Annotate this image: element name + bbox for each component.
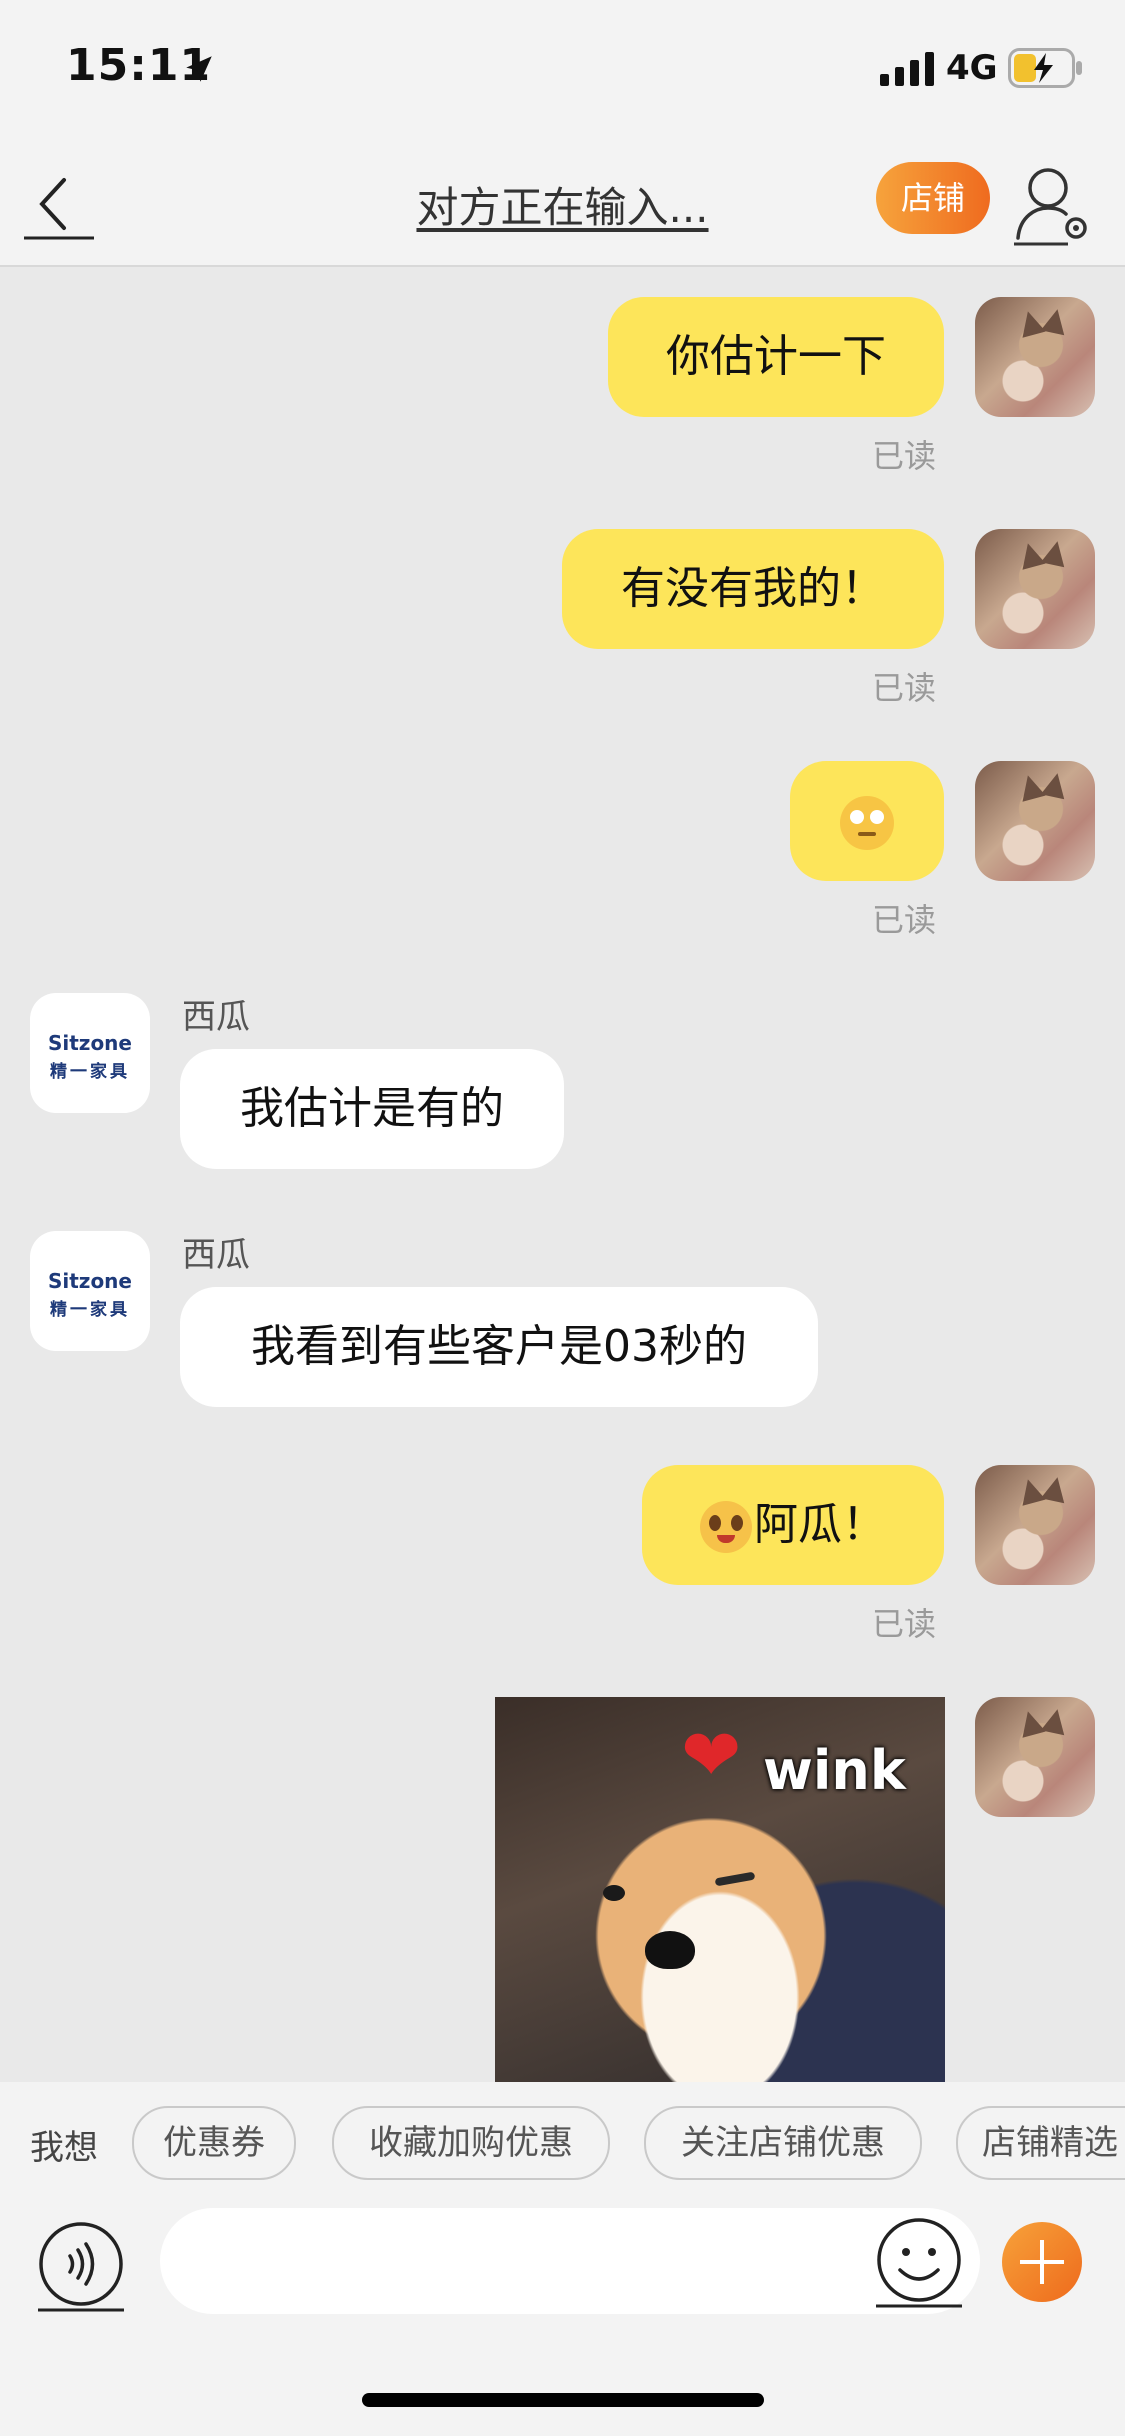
quick-suggestions-bar: 我想 优惠券 收藏加购优惠 关注店铺优惠 店铺精选: [0, 2082, 1125, 2208]
quick-label: 我想: [30, 2128, 98, 2168]
chip-shop-picks[interactable]: 店铺精选: [956, 2106, 1125, 2180]
chip-coupon[interactable]: 优惠券: [132, 2106, 296, 2180]
crying-face-icon: [700, 1501, 752, 1553]
message-text: 阿瓜！: [754, 1499, 886, 1550]
heart-icon: ❤: [681, 1713, 742, 1797]
home-indicator: [362, 2393, 764, 2407]
status-bar: 15:11 4G: [0, 0, 1125, 140]
my-avatar[interactable]: [975, 1697, 1095, 1817]
thinking-face-icon: [840, 796, 894, 850]
message-bubble[interactable]: 有没有我的！: [562, 529, 944, 649]
seller-avatar[interactable]: Sitzone 精一家具: [30, 993, 150, 1113]
message-bubble[interactable]: 你估计一下: [608, 297, 944, 417]
chip-favorite-discount[interactable]: 收藏加购优惠: [332, 2106, 610, 2180]
brand-logo-text: Sitzone: [47, 1269, 132, 1293]
sender-name: 西瓜: [182, 1235, 250, 1275]
sticker-caption: wink: [763, 1739, 906, 1802]
my-avatar[interactable]: [975, 761, 1095, 881]
signal-icon: [880, 52, 934, 86]
chat-title: 对方正在输入...: [416, 183, 709, 232]
user-settings-icon[interactable]: [1012, 162, 1092, 246]
message-bubble[interactable]: 我看到有些客户是03秒的: [180, 1287, 818, 1407]
read-receipt: 已读: [872, 901, 937, 939]
chip-follow-discount[interactable]: 关注店铺优惠: [644, 2106, 922, 2180]
brand-logo-subtext: 精一家具: [50, 1300, 130, 1320]
emoji-picker-icon[interactable]: [874, 2216, 964, 2308]
my-avatar[interactable]: [975, 529, 1095, 649]
brand-logo-text: Sitzone: [47, 1031, 132, 1055]
message-bubble[interactable]: 阿瓜！: [642, 1465, 944, 1585]
seller-avatar[interactable]: Sitzone 精一家具: [30, 1231, 150, 1351]
message-input[interactable]: [160, 2208, 980, 2314]
sticker-image[interactable]: ❤ wink: [495, 1697, 945, 2082]
brand-logo-subtext: 精一家具: [50, 1062, 130, 1082]
more-actions-button[interactable]: [1002, 2222, 1082, 2302]
my-avatar[interactable]: [975, 1465, 1095, 1585]
chat-thread[interactable]: 你估计一下 已读 有没有我的！ 已读 已读 Sitzone 精一家具 西瓜 我估…: [0, 267, 1125, 2082]
read-receipt: 已读: [872, 669, 937, 707]
my-avatar[interactable]: [975, 297, 1095, 417]
message-bubble[interactable]: 我估计是有的: [180, 1049, 564, 1169]
dog-wink-eye: [714, 1871, 756, 1887]
battery-charging-icon: [1008, 48, 1082, 88]
read-receipt: 已读: [872, 1605, 937, 1643]
read-receipt: 已读: [872, 437, 937, 475]
network-type: 4G: [946, 48, 998, 88]
message-bubble-emoji[interactable]: [790, 761, 944, 881]
back-button[interactable]: [20, 170, 98, 240]
location-arrow-icon: [186, 56, 212, 82]
sender-name: 西瓜: [182, 997, 250, 1037]
chat-header: 对方正在输入... 店铺: [0, 140, 1125, 267]
voice-input-icon[interactable]: [36, 2220, 126, 2312]
shop-button[interactable]: 店铺: [876, 162, 990, 234]
dog-nose: [645, 1931, 695, 1969]
dog-eye: [603, 1885, 625, 1901]
